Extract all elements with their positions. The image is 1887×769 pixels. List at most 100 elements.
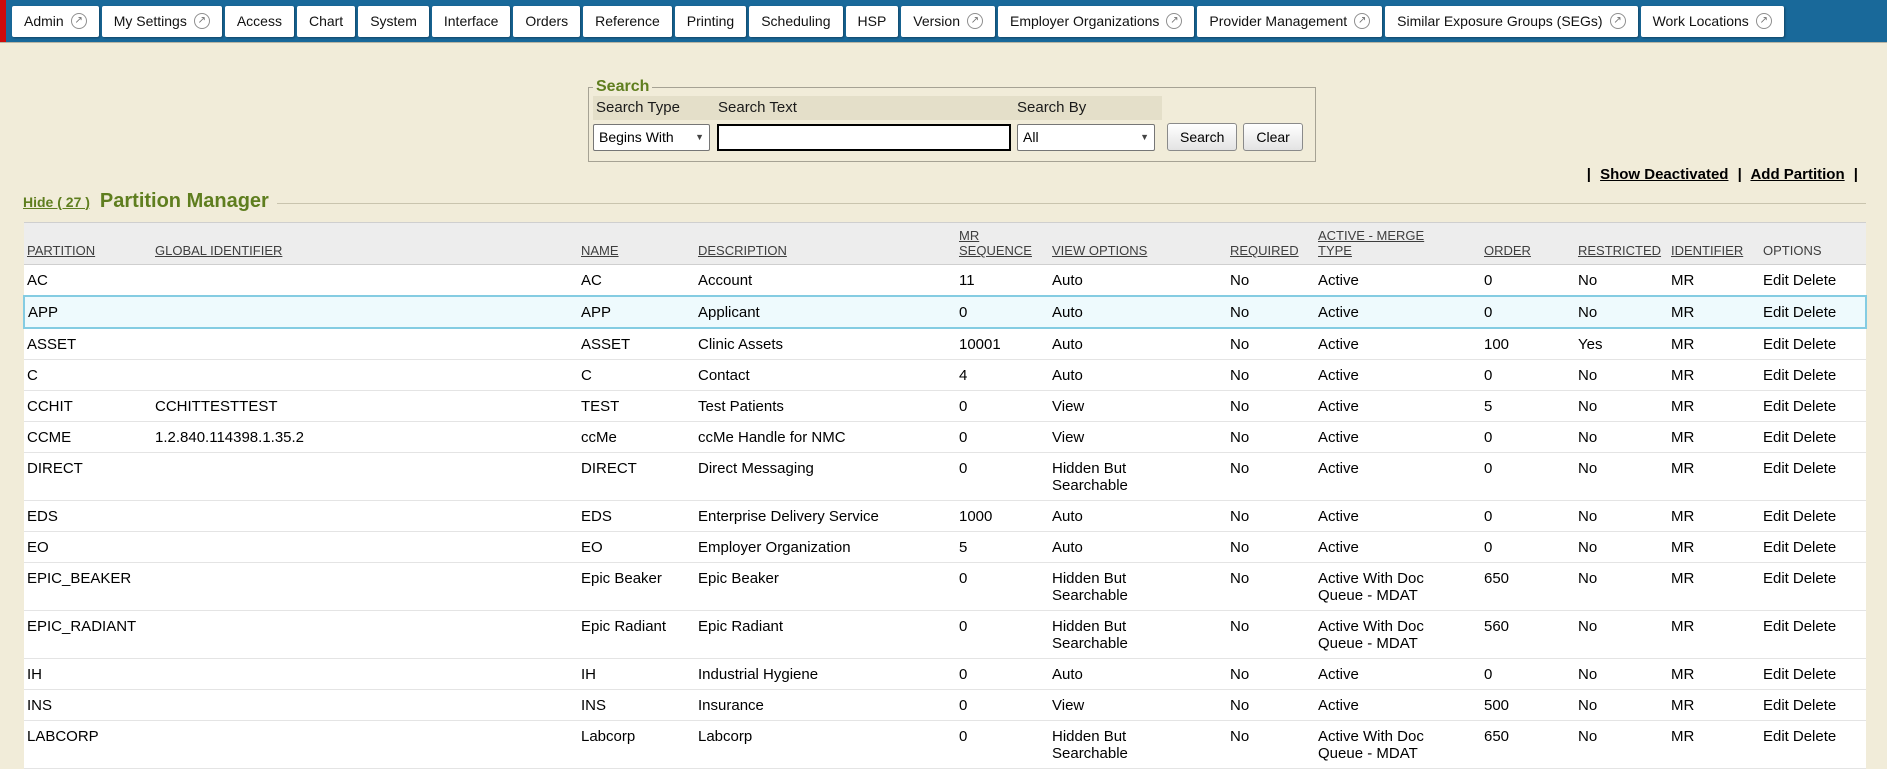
cell-view-options: Auto [1052,360,1230,391]
nav-tab-label: HSP [858,13,887,29]
edit-link[interactable]: Edit [1763,304,1789,321]
cell-order: 100 [1484,328,1578,360]
delete-link[interactable]: Delete [1793,429,1836,446]
cell-text: Auto [1052,539,1083,556]
column-header-mr-sequence[interactable]: MR SEQUENCE [959,223,1052,265]
cell-text: MR [1671,336,1694,353]
delete-link[interactable]: Delete [1793,460,1836,477]
nav-tab-scheduling[interactable]: Scheduling [749,6,842,37]
table-row-ac[interactable]: ACACAccount11AutoNoActive0NoMREditDelete [24,265,1866,297]
column-header-name[interactable]: NAME [581,223,698,265]
nav-tab-hsp[interactable]: HSP [846,6,899,37]
nav-tabs: Admin↗My Settings↗AccessChartSystemInter… [12,6,1787,37]
delete-link[interactable]: Delete [1793,336,1836,353]
search-text-input[interactable] [717,124,1011,151]
column-header-description[interactable]: DESCRIPTION [698,223,959,265]
search-by-select[interactable]: All [1017,124,1155,151]
cell-description: Epic Beaker [698,563,959,611]
table-row-c[interactable]: CCContact4AutoNoActive0NoMREditDelete [24,360,1866,391]
table-row-cchit[interactable]: CCHITCCHITTESTTESTTESTTest Patients0View… [24,391,1866,422]
nav-tab-my-settings[interactable]: My Settings↗ [102,6,222,37]
hide-link[interactable]: Hide ( 27 ) [23,194,90,210]
edit-link[interactable]: Edit [1763,460,1789,477]
column-header-global-identifier[interactable]: GLOBAL IDENTIFIER [155,223,581,265]
nav-tab-employer-organizations[interactable]: Employer Organizations↗ [998,6,1194,37]
column-header-active-merge-type[interactable]: ACTIVE - MERGE TYPE [1318,223,1484,265]
nav-tab-version[interactable]: Version↗ [901,6,995,37]
cell-required: No [1230,721,1318,769]
edit-link[interactable]: Edit [1763,398,1789,415]
nav-tab-reference[interactable]: Reference [583,6,672,37]
cell-text: View [1052,429,1084,446]
cell-active-merge-type: Active [1318,501,1484,532]
cell-restricted: Yes [1578,328,1671,360]
cell-active-merge-type: Active [1318,453,1484,501]
table-row-eds[interactable]: EDSEDSEnterprise Delivery Service1000Aut… [24,501,1866,532]
table-row-ccme[interactable]: CCME1.2.840.114398.1.35.2ccMeccMe Handle… [24,422,1866,453]
delete-link[interactable]: Delete [1793,618,1836,635]
column-header-identifier[interactable]: IDENTIFIER [1671,223,1763,265]
edit-link[interactable]: Edit [1763,336,1789,353]
search-type-select[interactable]: Begins With [593,124,710,151]
edit-link[interactable]: Edit [1763,272,1789,289]
nav-tab-access[interactable]: Access [225,6,294,37]
table-row-ih[interactable]: IHIHIndustrial Hygiene0AutoNoActive0NoMR… [24,659,1866,690]
edit-link[interactable]: Edit [1763,539,1789,556]
cell-text: Active [1318,367,1359,384]
nav-tab-chart[interactable]: Chart [297,6,355,37]
edit-link[interactable]: Edit [1763,508,1789,525]
nav-tab-printing[interactable]: Printing [675,6,746,37]
clear-button[interactable]: Clear [1243,123,1302,151]
nav-tab-system[interactable]: System [358,6,429,37]
search-button[interactable]: Search [1167,123,1237,151]
delete-link[interactable]: Delete [1793,570,1836,587]
delete-link[interactable]: Delete [1793,697,1836,714]
cell-text: C [581,367,592,384]
column-header-partition[interactable]: PARTITION [24,223,155,265]
table-row-asset[interactable]: ASSETASSETClinic Assets10001AutoNoActive… [24,328,1866,360]
nav-tab-work-locations[interactable]: Work Locations↗ [1641,6,1784,37]
cell-required: No [1230,659,1318,690]
edit-link[interactable]: Edit [1763,728,1789,745]
delete-link[interactable]: Delete [1793,304,1836,321]
edit-link[interactable]: Edit [1763,697,1789,714]
nav-tab-similar-exposure-groups-segs[interactable]: Similar Exposure Groups (SEGs)↗ [1385,6,1637,37]
table-row-direct[interactable]: DIRECTDIRECTDirect Messaging0Hidden But … [24,453,1866,501]
delete-link[interactable]: Delete [1793,367,1836,384]
edit-link[interactable]: Edit [1763,666,1789,683]
edit-link[interactable]: Edit [1763,367,1789,384]
nav-tab-provider-management[interactable]: Provider Management↗ [1197,6,1382,37]
table-row-epic-beaker[interactable]: EPIC_BEAKEREpic BeakerEpic Beaker0Hidden… [24,563,1866,611]
table-row-epic-radiant[interactable]: EPIC_RADIANTEpic RadiantEpic Radiant0Hid… [24,611,1866,659]
delete-link[interactable]: Delete [1793,272,1836,289]
add-partition-link[interactable]: Add Partition [1750,166,1844,183]
table-header-row: PARTITIONGLOBAL IDENTIFIERNAMEDESCRIPTIO… [24,223,1866,265]
cell-restricted: No [1578,563,1671,611]
nav-tab-orders[interactable]: Orders [513,6,580,37]
delete-link[interactable]: Delete [1793,666,1836,683]
edit-link[interactable]: Edit [1763,570,1789,587]
table-row-ins[interactable]: INSINSInsurance0ViewNoActive500NoMREditD… [24,690,1866,721]
delete-link[interactable]: Delete [1793,508,1836,525]
nav-tab-interface[interactable]: Interface [432,6,510,37]
delete-link[interactable]: Delete [1793,539,1836,556]
table-row-labcorp[interactable]: LABCORPLabcorpLabcorp0Hidden But Searcha… [24,721,1866,769]
cell-text: Hidden But Searchable [1052,570,1156,604]
show-deactivated-link[interactable]: Show Deactivated [1600,166,1728,183]
delete-link[interactable]: Delete [1793,398,1836,415]
delete-link[interactable]: Delete [1793,728,1836,745]
nav-tab-admin[interactable]: Admin↗ [12,6,99,37]
cell-required: No [1230,391,1318,422]
column-header-order[interactable]: ORDER [1484,223,1578,265]
cell-text: No [1578,429,1597,446]
red-edge-stripe [0,0,6,42]
cell-text: Active [1318,429,1359,446]
column-header-required[interactable]: REQUIRED [1230,223,1318,265]
table-row-app[interactable]: APPAPPApplicant0AutoNoActive0NoMREditDel… [24,296,1866,328]
cell-global-identifier [155,501,581,532]
edit-link[interactable]: Edit [1763,618,1789,635]
column-header-restricted[interactable]: RESTRICTED [1578,223,1671,265]
column-header-view-options[interactable]: VIEW OPTIONS [1052,223,1230,265]
edit-link[interactable]: Edit [1763,429,1789,446]
table-row-eo[interactable]: EOEOEmployer Organization5AutoNoActive0N… [24,532,1866,563]
